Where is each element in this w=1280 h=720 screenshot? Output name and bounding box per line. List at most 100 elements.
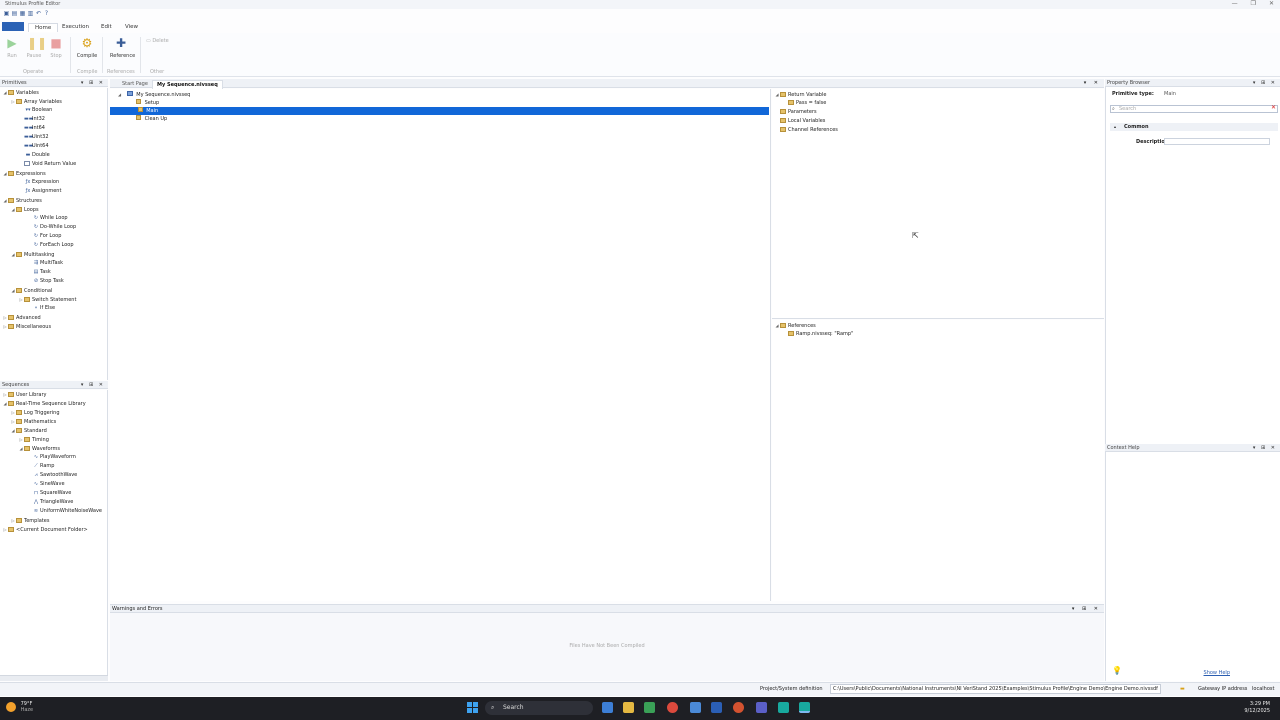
tab-view[interactable]: View: [119, 23, 144, 31]
file-explorer-icon[interactable]: [623, 702, 634, 713]
primitive-item[interactable]: ▷ Advanced: [0, 313, 107, 322]
outlook-icon[interactable]: [602, 702, 613, 713]
sequence-item[interactable]: ≋ UniformWhiteNoiseWave: [0, 507, 107, 516]
primitive-item[interactable]: ↻ ForEach Loop: [0, 241, 107, 250]
primitive-item[interactable]: ▤ Task: [0, 268, 107, 277]
minimize-button[interactable]: —: [1232, 0, 1238, 7]
panel-controls[interactable]: ▾ ⊞ ✕: [1072, 605, 1101, 613]
primitive-item[interactable]: ƒx Assignment: [0, 187, 107, 196]
project-path-field[interactable]: C:\Users\Public\Documents\National Instr…: [830, 684, 1161, 694]
primitive-item[interactable]: ▬▬Uint64: [0, 142, 107, 151]
file-menu-button[interactable]: [2, 22, 24, 31]
sequence-item[interactable]: ⊓ SquareWave: [0, 489, 107, 498]
sequence-item[interactable]: ▷ <Current Document Folder>: [0, 525, 107, 534]
panel-controls[interactable]: ▾ ⊞ ✕: [1253, 79, 1277, 87]
undo-icon[interactable]: ↶: [35, 10, 42, 17]
tab-home[interactable]: Home: [28, 23, 59, 32]
sequence-item[interactable]: ◢ Standard: [0, 426, 107, 435]
pause-button[interactable]: ❚❚ Pause: [23, 36, 47, 66]
sequence-item[interactable]: ▷ User Library: [0, 390, 107, 399]
taskbar-search[interactable]: ⌕ Search: [485, 701, 593, 715]
sequence-item[interactable]: ⟋ Ramp: [0, 462, 107, 471]
primitive-item[interactable]: ⇶ MultiTask: [0, 259, 107, 268]
main-node[interactable]: Main: [110, 107, 769, 115]
sequence-item[interactable]: ⩘ SawtoothWave: [0, 471, 107, 480]
variable-item[interactable]: Channel References: [772, 126, 1104, 135]
panel-controls[interactable]: ▾ ⊞ ✕: [1253, 444, 1277, 452]
folder-icon[interactable]: ▬: [1180, 686, 1185, 692]
gateway-value[interactable]: localhost: [1252, 686, 1274, 692]
primitive-item[interactable]: ↻ Do-While Loop: [0, 223, 107, 232]
panel-controls[interactable]: ▾ ⊞ ✕: [81, 381, 105, 389]
variable-item[interactable]: Parameters: [772, 108, 1104, 117]
teams-icon[interactable]: [756, 702, 767, 713]
reference-item[interactable]: Ramp.nivsseq: "Ramp": [772, 330, 1104, 339]
tab-my-sequence[interactable]: My Sequence.nivsseq: [152, 80, 223, 89]
tab-start-page[interactable]: Start Page: [118, 80, 152, 88]
sequence-file-node[interactable]: ◢ My Sequence.nivsseq: [118, 91, 190, 99]
reference-item[interactable]: ◢ References: [772, 321, 1104, 330]
primitive-item[interactable]: ƒx Expression: [0, 178, 107, 187]
system-clock[interactable]: 3:29 PM 9/12/2025: [1244, 701, 1270, 715]
delete-button[interactable]: ▭ Delete: [146, 38, 169, 44]
help-icon[interactable]: ?: [43, 10, 50, 17]
primitive-item[interactable]: ◢ Expressions: [0, 169, 107, 178]
primitive-item[interactable]: ⊘ Stop Task: [0, 277, 107, 286]
description-field[interactable]: [1164, 138, 1270, 145]
property-search-input[interactable]: ⌕ Search ✕: [1110, 105, 1278, 113]
primitive-item[interactable]: ◢ Conditional: [0, 286, 107, 295]
property-category-common[interactable]: ▴ Common: [1110, 123, 1278, 131]
primitive-item[interactable]: ▷ Switch Statement: [0, 295, 107, 304]
sequence-item[interactable]: ▷ Templates: [0, 516, 107, 525]
collapse-icon[interactable]: ▴: [1114, 123, 1116, 131]
cleanup-node[interactable]: Clean Up: [136, 115, 167, 123]
primitive-item[interactable]: ◢ Variables: [0, 88, 107, 97]
app-icon[interactable]: [690, 702, 701, 713]
variable-item[interactable]: ◢ Return Variable: [772, 90, 1104, 99]
horizontal-scrollbar[interactable]: [0, 675, 108, 681]
primitive-item[interactable]: ◢ Loops: [0, 205, 107, 214]
primitive-item[interactable]: ▷ Array Variables: [0, 97, 107, 106]
show-help-link[interactable]: Show Help: [1204, 670, 1230, 676]
primitive-item[interactable]: ⑂ If Else: [0, 304, 107, 313]
open-icon[interactable]: ▤: [11, 10, 18, 17]
powerpoint-icon[interactable]: [733, 702, 744, 713]
new-icon[interactable]: ▣: [3, 10, 10, 17]
primitive-item[interactable]: ▬ Double: [0, 151, 107, 160]
tab-edit[interactable]: Edit: [95, 23, 118, 31]
maximize-button[interactable]: ❐: [1251, 0, 1256, 7]
variable-item[interactable]: Pass = false: [772, 99, 1104, 108]
stop-button[interactable]: ■ Stop: [45, 36, 67, 66]
primitive-item[interactable]: ↻ While Loop: [0, 214, 107, 223]
tab-strip-controls[interactable]: ▾ ✕: [1084, 80, 1101, 86]
sequence-item[interactable]: ▷ Mathematics: [0, 417, 107, 426]
primitive-item[interactable]: ▷ Miscellaneous: [0, 322, 107, 331]
save-all-icon[interactable]: ▥: [27, 10, 34, 17]
sequence-item[interactable]: ∿ SineWave: [0, 480, 107, 489]
reference-button[interactable]: ✚ Reference: [110, 36, 135, 66]
clear-search-icon[interactable]: ✕: [1271, 105, 1276, 111]
sequence-item[interactable]: ∿ PlayWaveform: [0, 453, 107, 462]
veristand-icon[interactable]: [778, 702, 789, 713]
primitive-item[interactable]: ◢ Structures: [0, 196, 107, 205]
app-icon[interactable]: [644, 702, 655, 713]
save-icon[interactable]: ▦: [19, 10, 26, 17]
stimulus-editor-icon[interactable]: [799, 702, 810, 713]
compile-button[interactable]: ⚙ Compile: [76, 36, 98, 66]
setup-node[interactable]: Setup: [136, 99, 159, 107]
primitive-item[interactable]: ◢ Multitasking: [0, 250, 107, 259]
word-icon[interactable]: [711, 702, 722, 713]
primitive-item[interactable]: Void Return Value: [0, 160, 107, 169]
variable-item[interactable]: Local Variables: [772, 117, 1104, 126]
weather-widget[interactable]: 79°F Haze: [6, 701, 33, 713]
sequence-item[interactable]: ◢ Waveforms: [0, 444, 107, 453]
tab-execution[interactable]: Execution: [56, 23, 95, 31]
primitive-item[interactable]: ▬▬Uint32: [0, 133, 107, 142]
sequence-item[interactable]: ▷ Timing: [0, 435, 107, 444]
primitive-item[interactable]: ▾▾Boolean: [0, 106, 107, 115]
sequence-item[interactable]: ◢ Real-Time Sequence Library: [0, 399, 107, 408]
primitive-item[interactable]: ▬▬Int64: [0, 124, 107, 133]
run-button[interactable]: ▶ Run: [1, 36, 23, 66]
start-button[interactable]: [467, 702, 478, 713]
sequence-item[interactable]: ▷ Log Triggering: [0, 408, 107, 417]
